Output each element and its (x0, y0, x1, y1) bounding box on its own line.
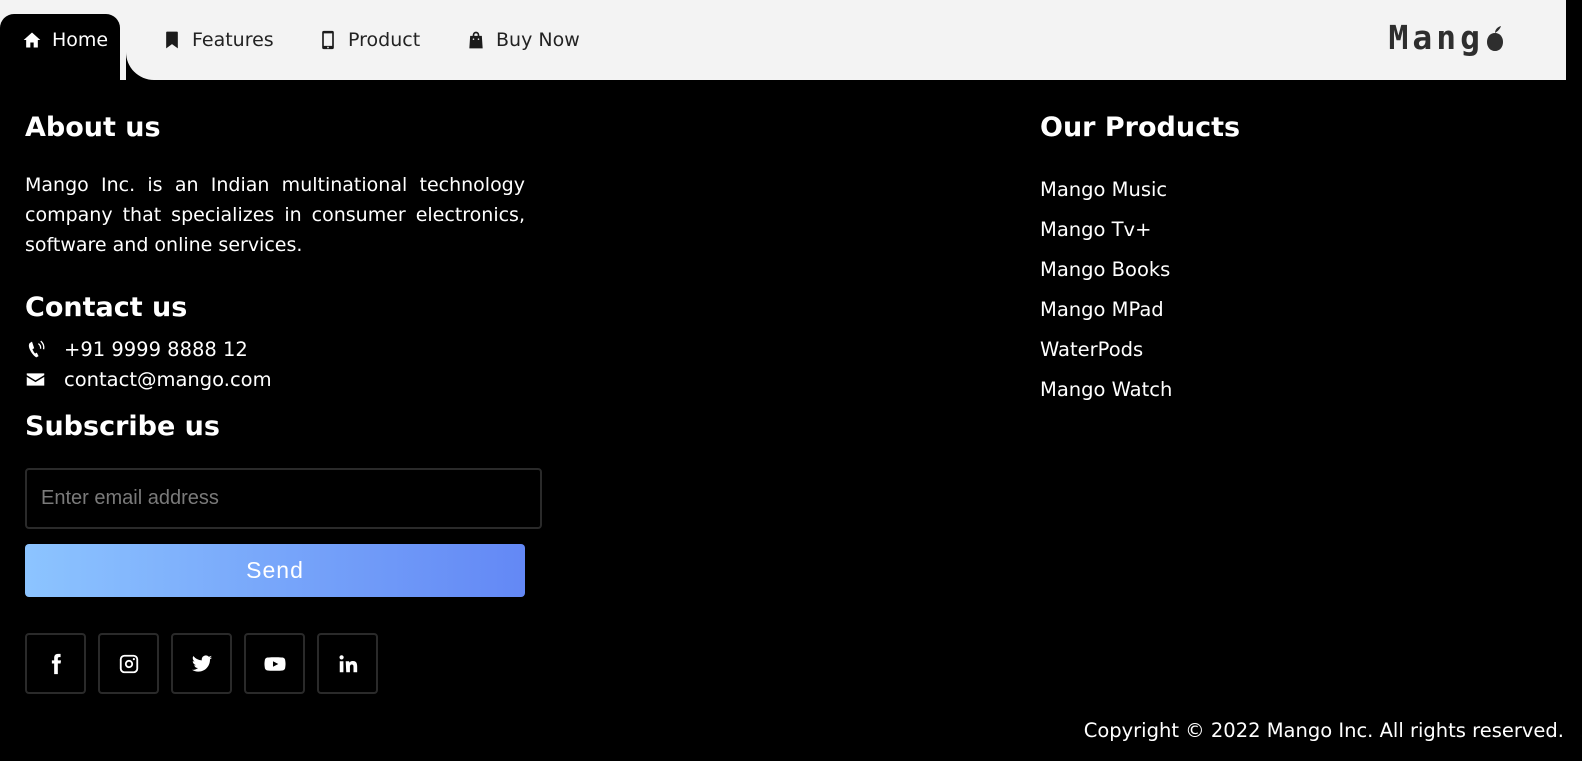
product-link[interactable]: Mango Music (1040, 170, 1172, 210)
facebook-icon (51, 653, 61, 674)
contact-heading: Contact us (25, 292, 188, 323)
nav-product[interactable]: Product (306, 14, 432, 66)
nav-buy-now[interactable]: Buy Now (454, 14, 592, 66)
linkedin-icon (338, 654, 357, 672)
home-icon (23, 32, 41, 48)
shopping-bag-icon (469, 31, 483, 49)
bookmark-icon (166, 31, 178, 49)
contact-email-row[interactable]: contact@mango.com (25, 368, 272, 391)
product-link[interactable]: Mango MPad (1040, 290, 1172, 330)
product-link[interactable]: Mango Watch (1040, 370, 1172, 410)
copyright-text: Copyright © 2022 Mango Inc. All rights r… (1083, 719, 1564, 742)
linkedin-link[interactable] (317, 633, 378, 694)
contact-email: contact@mango.com (64, 368, 272, 391)
email-input[interactable] (25, 468, 542, 529)
mango-icon (1487, 25, 1503, 51)
nav-home[interactable]: Home (0, 14, 121, 80)
facebook-link[interactable] (25, 633, 86, 694)
twitter-link[interactable] (171, 633, 232, 694)
nav-home-label: Home (52, 29, 109, 51)
send-button[interactable]: Send (25, 544, 525, 597)
nav-features-label: Features (192, 29, 274, 51)
youtube-link[interactable] (244, 633, 305, 694)
about-heading: About us (25, 112, 161, 143)
products-list: Mango Music Mango Tv+ Mango Books Mango … (1040, 170, 1172, 410)
subscribe-heading: Subscribe us (25, 411, 220, 442)
instagram-link[interactable] (98, 633, 159, 694)
products-heading: Our Products (1040, 112, 1241, 143)
brand-logo[interactable]: Mang (1389, 18, 1504, 57)
nav-features[interactable]: Features (150, 14, 286, 66)
phone-icon (28, 340, 45, 358)
product-link[interactable]: Mango Tv+ (1040, 210, 1172, 250)
nav-buy-now-label: Buy Now (496, 29, 580, 51)
product-link[interactable]: WaterPods (1040, 330, 1172, 370)
about-text: Mango Inc. is an Indian multinational te… (25, 174, 525, 256)
logo-text: Mang (1388, 18, 1484, 57)
contact-phone-row[interactable]: +91 9999 8888 12 (25, 338, 248, 361)
product-link[interactable]: Mango Books (1040, 250, 1172, 290)
top-navbar: Home Features Product Buy Now Mang (0, 0, 1566, 80)
envelope-icon (26, 373, 45, 386)
instagram-icon (119, 654, 138, 673)
twitter-icon (191, 654, 212, 672)
social-links (25, 633, 378, 694)
youtube-icon (263, 656, 286, 671)
nav-product-label: Product (348, 29, 421, 51)
contact-phone: +91 9999 8888 12 (64, 338, 248, 361)
mobile-icon (322, 30, 334, 50)
